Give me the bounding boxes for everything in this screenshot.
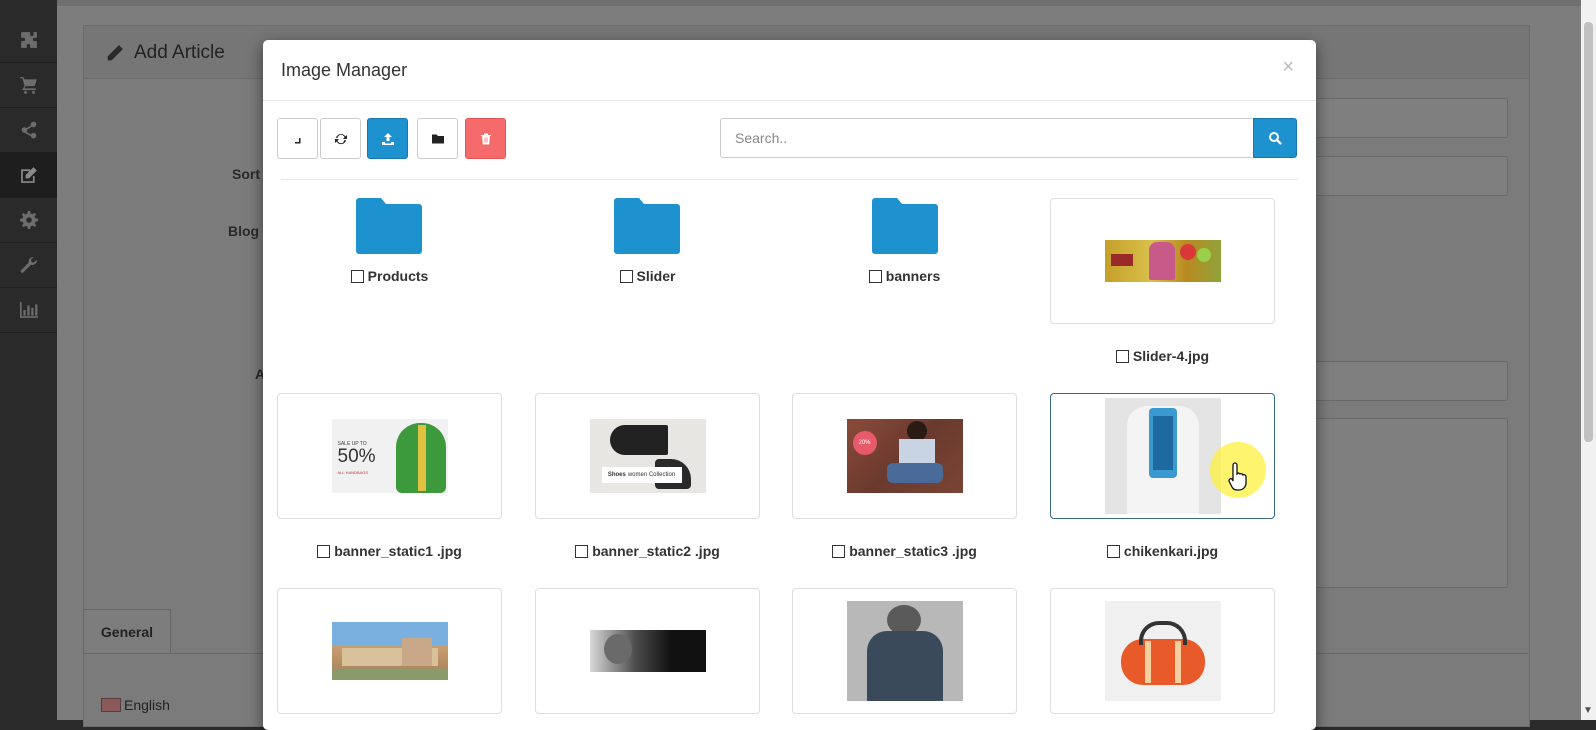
- image-thumbnail[interactable]: [535, 588, 760, 714]
- image-thumbnail[interactable]: Shoes women Collection: [535, 393, 760, 519]
- image-thumbnail[interactable]: SALE UP TO 50% ALL HANDBAGS: [277, 393, 502, 519]
- search-button[interactable]: [1253, 118, 1297, 158]
- image-checkbox[interactable]: [1106, 544, 1120, 558]
- image-thumbnail[interactable]: [277, 588, 502, 714]
- parent-level-icon: [294, 133, 301, 143]
- denim-woman-image: 20%: [846, 419, 963, 493]
- image-thumbnail[interactable]: [1050, 588, 1275, 714]
- folder-icon[interactable]: [356, 198, 422, 254]
- image-thumbnail[interactable]: [1050, 198, 1275, 324]
- blog-label: Blog: [228, 223, 260, 239]
- edit-icon: [20, 167, 37, 183]
- folder-name[interactable]: Products: [368, 268, 429, 284]
- blog-textarea[interactable]: [1288, 418, 1508, 588]
- store-building-image: [331, 622, 448, 680]
- folder-checkbox[interactable]: [350, 269, 364, 283]
- parent-folder-button[interactable]: [277, 118, 318, 159]
- hand-cursor-icon: [1228, 462, 1247, 491]
- image-name[interactable]: Slider-4.jpg: [1133, 348, 1209, 364]
- image-caption: banner_static3 .jpg: [792, 543, 1017, 559]
- select-field[interactable]: [1288, 98, 1508, 138]
- folder-caption: Products: [277, 268, 502, 284]
- sale-tiny-text: ALL HANDBAGS: [337, 470, 369, 475]
- folder-name[interactable]: Slider: [637, 268, 676, 284]
- image-caption: banner_static1 .jpg: [277, 543, 502, 559]
- orange-duffel-image: [1104, 601, 1221, 701]
- new-folder-icon: [431, 134, 444, 143]
- sidebar-item-reports[interactable]: [0, 288, 57, 333]
- page-title: Add Article: [134, 42, 225, 63]
- sidebar-item-extensions[interactable]: [0, 18, 57, 63]
- scroll-down-arrow-icon[interactable]: ▼: [1583, 705, 1593, 716]
- image-thumbnail[interactable]: [792, 588, 1017, 714]
- sidebar-item-marketing[interactable]: [0, 108, 57, 153]
- modal-header: Image Manager ×: [263, 40, 1316, 101]
- new-folder-button[interactable]: [417, 118, 458, 159]
- left-sidebar: [0, 0, 57, 720]
- folder-checkbox[interactable]: [868, 269, 882, 283]
- sidebar-top-item[interactable]: [0, 0, 57, 18]
- shoes-text: Shoes: [607, 472, 626, 478]
- shoes-subtext: women Collection: [627, 472, 676, 478]
- wrench-icon: [20, 257, 37, 273]
- sale-percent-text: 50%: [337, 446, 376, 467]
- image-checkbox[interactable]: [575, 544, 589, 558]
- image-caption: Slider-4.jpg: [1050, 348, 1275, 364]
- tab-general[interactable]: General: [83, 609, 171, 653]
- upload-button[interactable]: [367, 118, 408, 159]
- folder-caption: Slider: [535, 268, 760, 284]
- search-icon: [1269, 132, 1282, 145]
- discount-badge: 20%: [852, 431, 877, 455]
- page-topbar: [57, 0, 1581, 6]
- shoes-banner-image: Shoes women Collection: [589, 419, 706, 493]
- sidebar-item-blog[interactable]: [0, 153, 57, 198]
- refresh-button[interactable]: [320, 118, 361, 159]
- pencil-icon: [107, 45, 123, 61]
- image-manager-modal: Image Manager × Products Slider: [263, 40, 1316, 730]
- upload-icon: [381, 132, 394, 145]
- jacket-man-image: [846, 601, 963, 701]
- folder-caption: banners: [792, 268, 1017, 284]
- uk-flag-icon: [101, 698, 121, 712]
- sidebar-item-settings[interactable]: [0, 198, 57, 243]
- image-name[interactable]: chikenkari.jpg: [1124, 543, 1218, 559]
- sort-label: Sort: [232, 166, 260, 182]
- sidebar-item-system[interactable]: [0, 243, 57, 288]
- delete-icon: [480, 133, 491, 144]
- puzzle-icon: [20, 32, 37, 48]
- kids-banner-image: [1104, 240, 1221, 282]
- sort-order-input[interactable]: [1288, 156, 1508, 196]
- refresh-icon: [334, 133, 347, 144]
- image-checkbox[interactable]: [832, 544, 846, 558]
- share-icon: [21, 121, 36, 139]
- search-input[interactable]: [720, 118, 1252, 158]
- folder-icon[interactable]: [614, 198, 680, 254]
- bw-portrait-image: [589, 630, 706, 672]
- language-english[interactable]: English: [101, 697, 170, 713]
- author-input[interactable]: [1288, 361, 1508, 401]
- bar-chart-icon: [19, 302, 38, 318]
- scrollbar-thumb[interactable]: [1584, 22, 1593, 442]
- image-name[interactable]: banner_static3 .jpg: [849, 543, 977, 559]
- sidebar-item-sales[interactable]: [0, 63, 57, 108]
- image-name[interactable]: banner_static1 .jpg: [334, 543, 462, 559]
- close-icon[interactable]: ×: [1282, 56, 1294, 79]
- language-label: English: [124, 697, 170, 713]
- image-caption: chikenkari.jpg: [1050, 543, 1275, 559]
- image-name[interactable]: banner_static2 .jpg: [592, 543, 720, 559]
- image-thumbnail[interactable]: 20%: [792, 393, 1017, 519]
- chikenkari-kurta-image: [1104, 398, 1221, 514]
- gear-icon: [19, 211, 38, 229]
- bag-sale-image: SALE UP TO 50% ALL HANDBAGS: [331, 419, 448, 493]
- delete-button[interactable]: [465, 118, 506, 159]
- folder-name[interactable]: banners: [886, 268, 940, 284]
- image-checkbox[interactable]: [317, 544, 331, 558]
- cart-icon: [19, 77, 37, 94]
- toolbar-divider: [281, 179, 1298, 180]
- image-checkbox[interactable]: [1115, 349, 1129, 363]
- modal-title: Image Manager: [281, 60, 408, 80]
- folder-icon[interactable]: [872, 198, 938, 254]
- folder-checkbox[interactable]: [619, 269, 633, 283]
- image-caption: banner_static2 .jpg: [535, 543, 760, 559]
